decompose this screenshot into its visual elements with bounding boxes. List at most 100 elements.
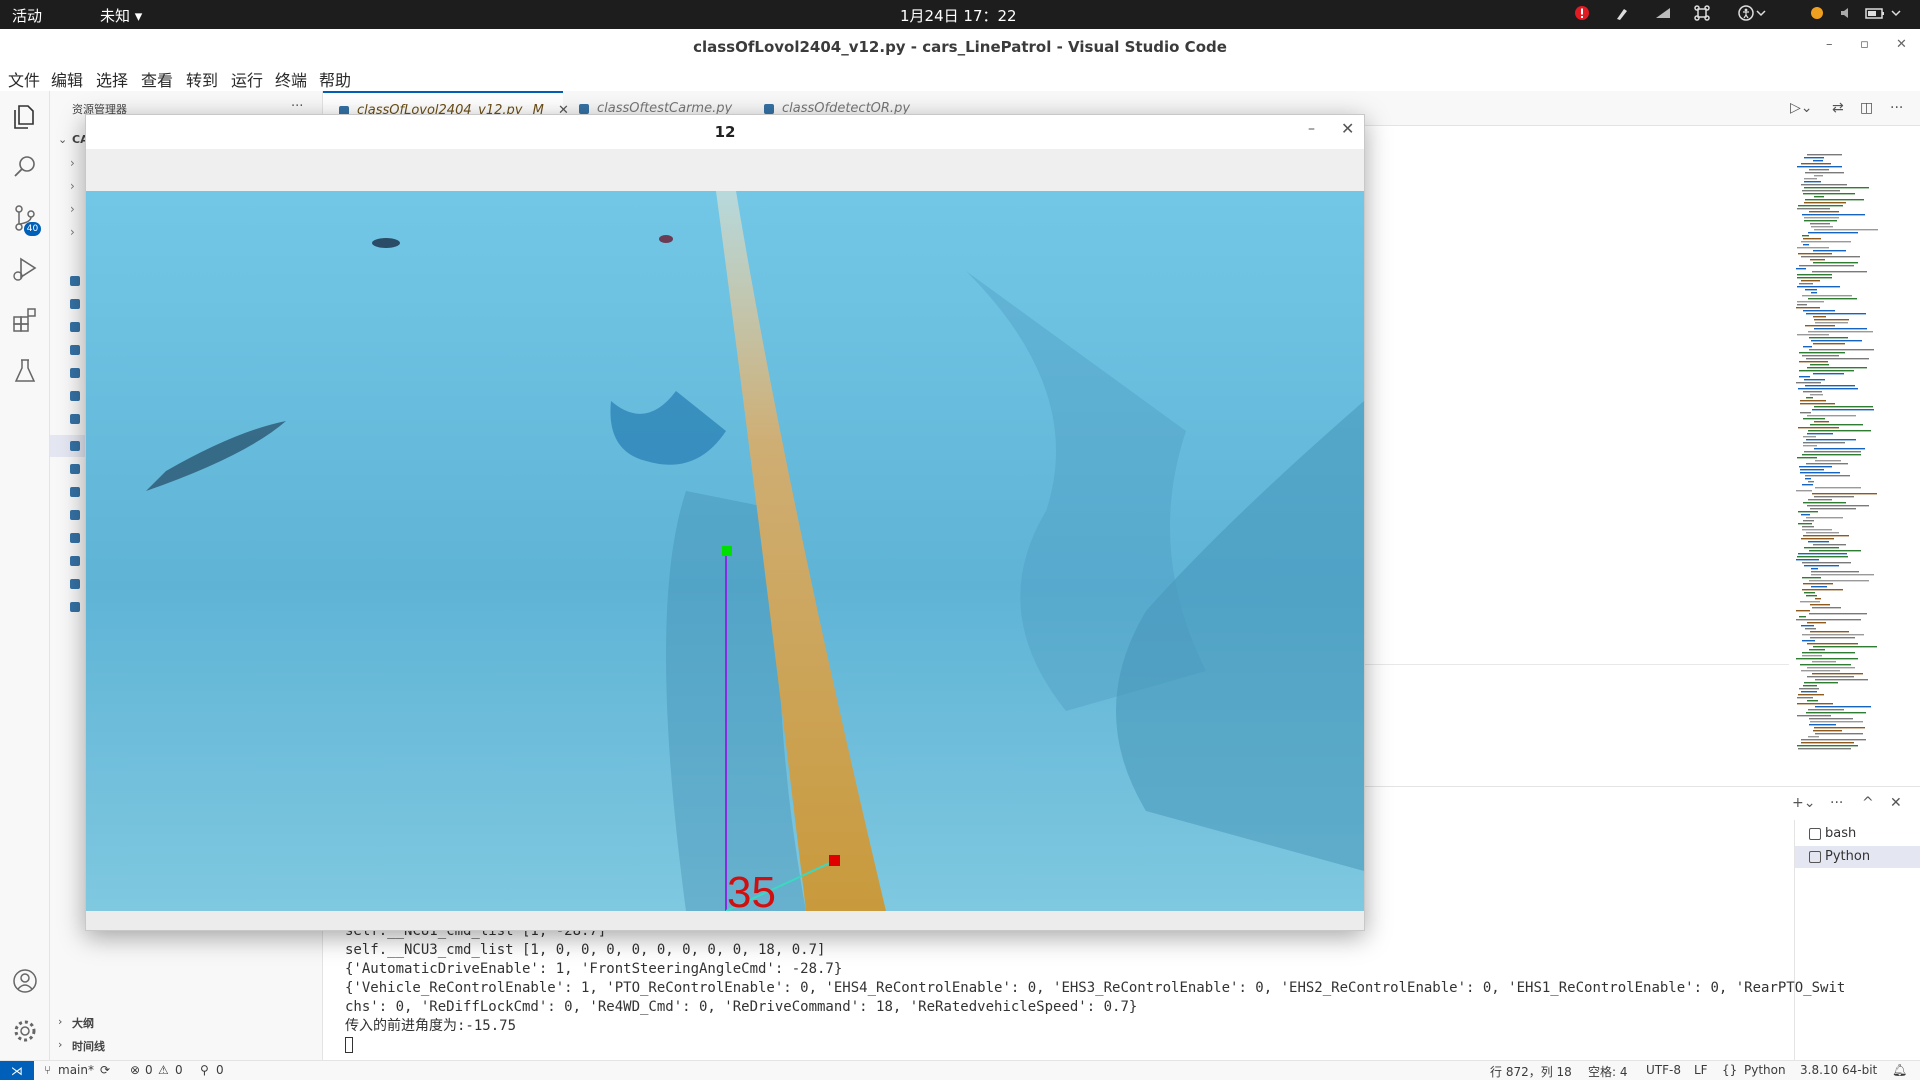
extensions-icon[interactable] <box>11 306 39 334</box>
outline-chevron-icon[interactable]: › <box>58 1015 62 1028</box>
close-window-button[interactable]: ✕ <box>1896 37 1907 52</box>
cursor-position[interactable]: 行 872，列 18 <box>1490 1063 1572 1080</box>
volume-icon[interactable] <box>1838 5 1854 21</box>
terminal-list: bash Python <box>1794 820 1920 1060</box>
minimap-line <box>1813 544 1846 546</box>
timeline-section[interactable]: 时间线 <box>72 1038 105 1054</box>
battery-icon[interactable] <box>1864 5 1904 21</box>
menu-selection[interactable]: 选择 <box>96 67 128 91</box>
explorer-icon[interactable] <box>11 103 39 131</box>
minimap-line <box>1806 397 1813 399</box>
network-icon[interactable] <box>1654 5 1672 21</box>
minimap-line <box>1811 226 1833 228</box>
tree-folder-chevron-icon[interactable]: › <box>70 156 75 170</box>
close-panel-icon[interactable]: ✕ <box>1890 795 1902 811</box>
minimap[interactable] <box>1790 150 1910 765</box>
python-file-icon[interactable] <box>70 322 80 332</box>
minimap-line <box>1808 481 1814 483</box>
image-window-minimize-button[interactable]: – <box>1308 121 1315 137</box>
menu-go[interactable]: 转到 <box>186 67 218 91</box>
language-mode[interactable]: Python <box>1744 1063 1786 1077</box>
testing-icon[interactable] <box>11 357 39 385</box>
python-file-icon[interactable] <box>70 441 80 451</box>
minimap-line <box>1810 259 1825 261</box>
timeline-chevron-icon[interactable]: › <box>58 1038 62 1051</box>
python-file-icon[interactable] <box>70 391 80 401</box>
terminal-output[interactable]: self.__NCU1_cmd_list [1, -28.7] self.__N… <box>345 922 1845 1057</box>
minimap-line <box>1805 478 1811 480</box>
explorer-more-button[interactable]: ··· <box>291 99 303 114</box>
python-file-icon[interactable] <box>70 556 80 566</box>
alert-icon[interactable] <box>1574 5 1590 21</box>
opencv-image-window[interactable]: 12 – ✕ 35 <box>85 114 1365 931</box>
python-interpreter[interactable]: 3.8.10 64-bit <box>1800 1063 1877 1077</box>
minimap-line <box>1815 598 1821 600</box>
terminal-line: self.__NCU3_cmd_list [1, 0, 0, 0, 0, 0, … <box>345 942 826 958</box>
python-file-icon[interactable] <box>70 276 80 286</box>
search-icon[interactable] <box>11 153 39 181</box>
command-icon[interactable] <box>1694 5 1710 21</box>
detection-overlay: 35 <box>722 546 840 911</box>
minimap-line <box>1804 682 1838 684</box>
minimap-line <box>1799 361 1828 363</box>
tree-folder-chevron-icon[interactable]: › <box>70 225 75 239</box>
python-file-icon[interactable] <box>70 299 80 309</box>
minimap-line <box>1799 265 1854 267</box>
remote-indicator-icon[interactable]: ⋊ <box>0 1061 34 1080</box>
end-of-line[interactable]: LF <box>1694 1063 1708 1077</box>
encoding[interactable]: UTF-8 <box>1646 1063 1681 1077</box>
minimap-line <box>1798 553 1847 555</box>
python-file-icon[interactable] <box>70 368 80 378</box>
brush-icon[interactable] <box>1614 5 1630 21</box>
menu-terminal[interactable]: 终端 <box>275 67 307 91</box>
settings-gear-icon[interactable] <box>11 1017 39 1045</box>
minimap-line <box>1808 541 1829 543</box>
workspace-chevron-icon[interactable]: ⌄ <box>58 133 67 146</box>
menu-view[interactable]: 查看 <box>141 67 173 91</box>
minimap-line <box>1798 205 1843 207</box>
indentation[interactable]: 空格: 4 <box>1588 1063 1628 1080</box>
new-terminal-icon[interactable]: +⌄ <box>1792 795 1815 811</box>
menu-run[interactable]: 运行 <box>231 67 263 91</box>
account-icon[interactable] <box>11 967 39 995</box>
error-count[interactable]: 0 <box>145 1063 153 1077</box>
app-menu[interactable]: 未知 ▾ <box>100 5 142 26</box>
sync-icon[interactable]: ⟳ <box>100 1063 110 1077</box>
python-file-icon[interactable] <box>70 602 80 612</box>
ports-count[interactable]: 0 <box>216 1063 224 1077</box>
python-file-icon[interactable] <box>70 414 80 424</box>
python-file-icon[interactable] <box>70 345 80 355</box>
warning-count[interactable]: 0 <box>175 1063 183 1077</box>
python-file-icon[interactable] <box>70 579 80 589</box>
split-editor-icon[interactable]: ◫ <box>1860 100 1873 116</box>
tree-folder-chevron-icon[interactable]: › <box>70 179 75 193</box>
python-file-icon[interactable] <box>70 533 80 543</box>
run-debug-icon[interactable] <box>11 255 39 283</box>
image-window-close-button[interactable]: ✕ <box>1341 119 1354 138</box>
clock[interactable]: 1月24日 17：22 <box>900 5 1017 26</box>
menu-edit[interactable]: 编辑 <box>51 67 83 91</box>
terminal-python[interactable]: Python <box>1795 846 1920 868</box>
python-file-icon[interactable] <box>70 510 80 520</box>
maximize-window-button[interactable]: ▫ <box>1860 37 1869 52</box>
outline-section[interactable]: 大纲 <box>72 1015 94 1031</box>
panel-more-icon[interactable]: ··· <box>1830 795 1843 811</box>
terminal-bash[interactable]: bash <box>1795 823 1920 845</box>
accessibility-icon[interactable] <box>1738 5 1766 21</box>
menu-file[interactable]: 文件 <box>8 67 40 91</box>
branch-status[interactable]: main* <box>58 1063 94 1077</box>
minimap-line <box>1801 184 1847 186</box>
maximize-panel-icon[interactable]: ^ <box>1862 795 1874 811</box>
minimap-line <box>1804 451 1861 453</box>
tree-folder-chevron-icon[interactable]: › <box>70 202 75 216</box>
status-dot-icon[interactable] <box>1810 5 1824 21</box>
editor-more-icon[interactable]: ··· <box>1890 100 1903 116</box>
notifications-bell-icon[interactable]: 🔔︎ <box>1892 1063 1907 1077</box>
run-python-file-icon[interactable]: ▷⌄ <box>1790 100 1813 116</box>
menu-help[interactable]: 帮助 <box>319 67 351 91</box>
minimize-window-button[interactable]: – <box>1826 37 1833 52</box>
python-file-icon[interactable] <box>70 487 80 497</box>
python-file-icon[interactable] <box>70 464 80 474</box>
open-changes-icon[interactable]: ⇄ <box>1832 100 1844 116</box>
activities-button[interactable]: 活动 <box>12 5 42 26</box>
